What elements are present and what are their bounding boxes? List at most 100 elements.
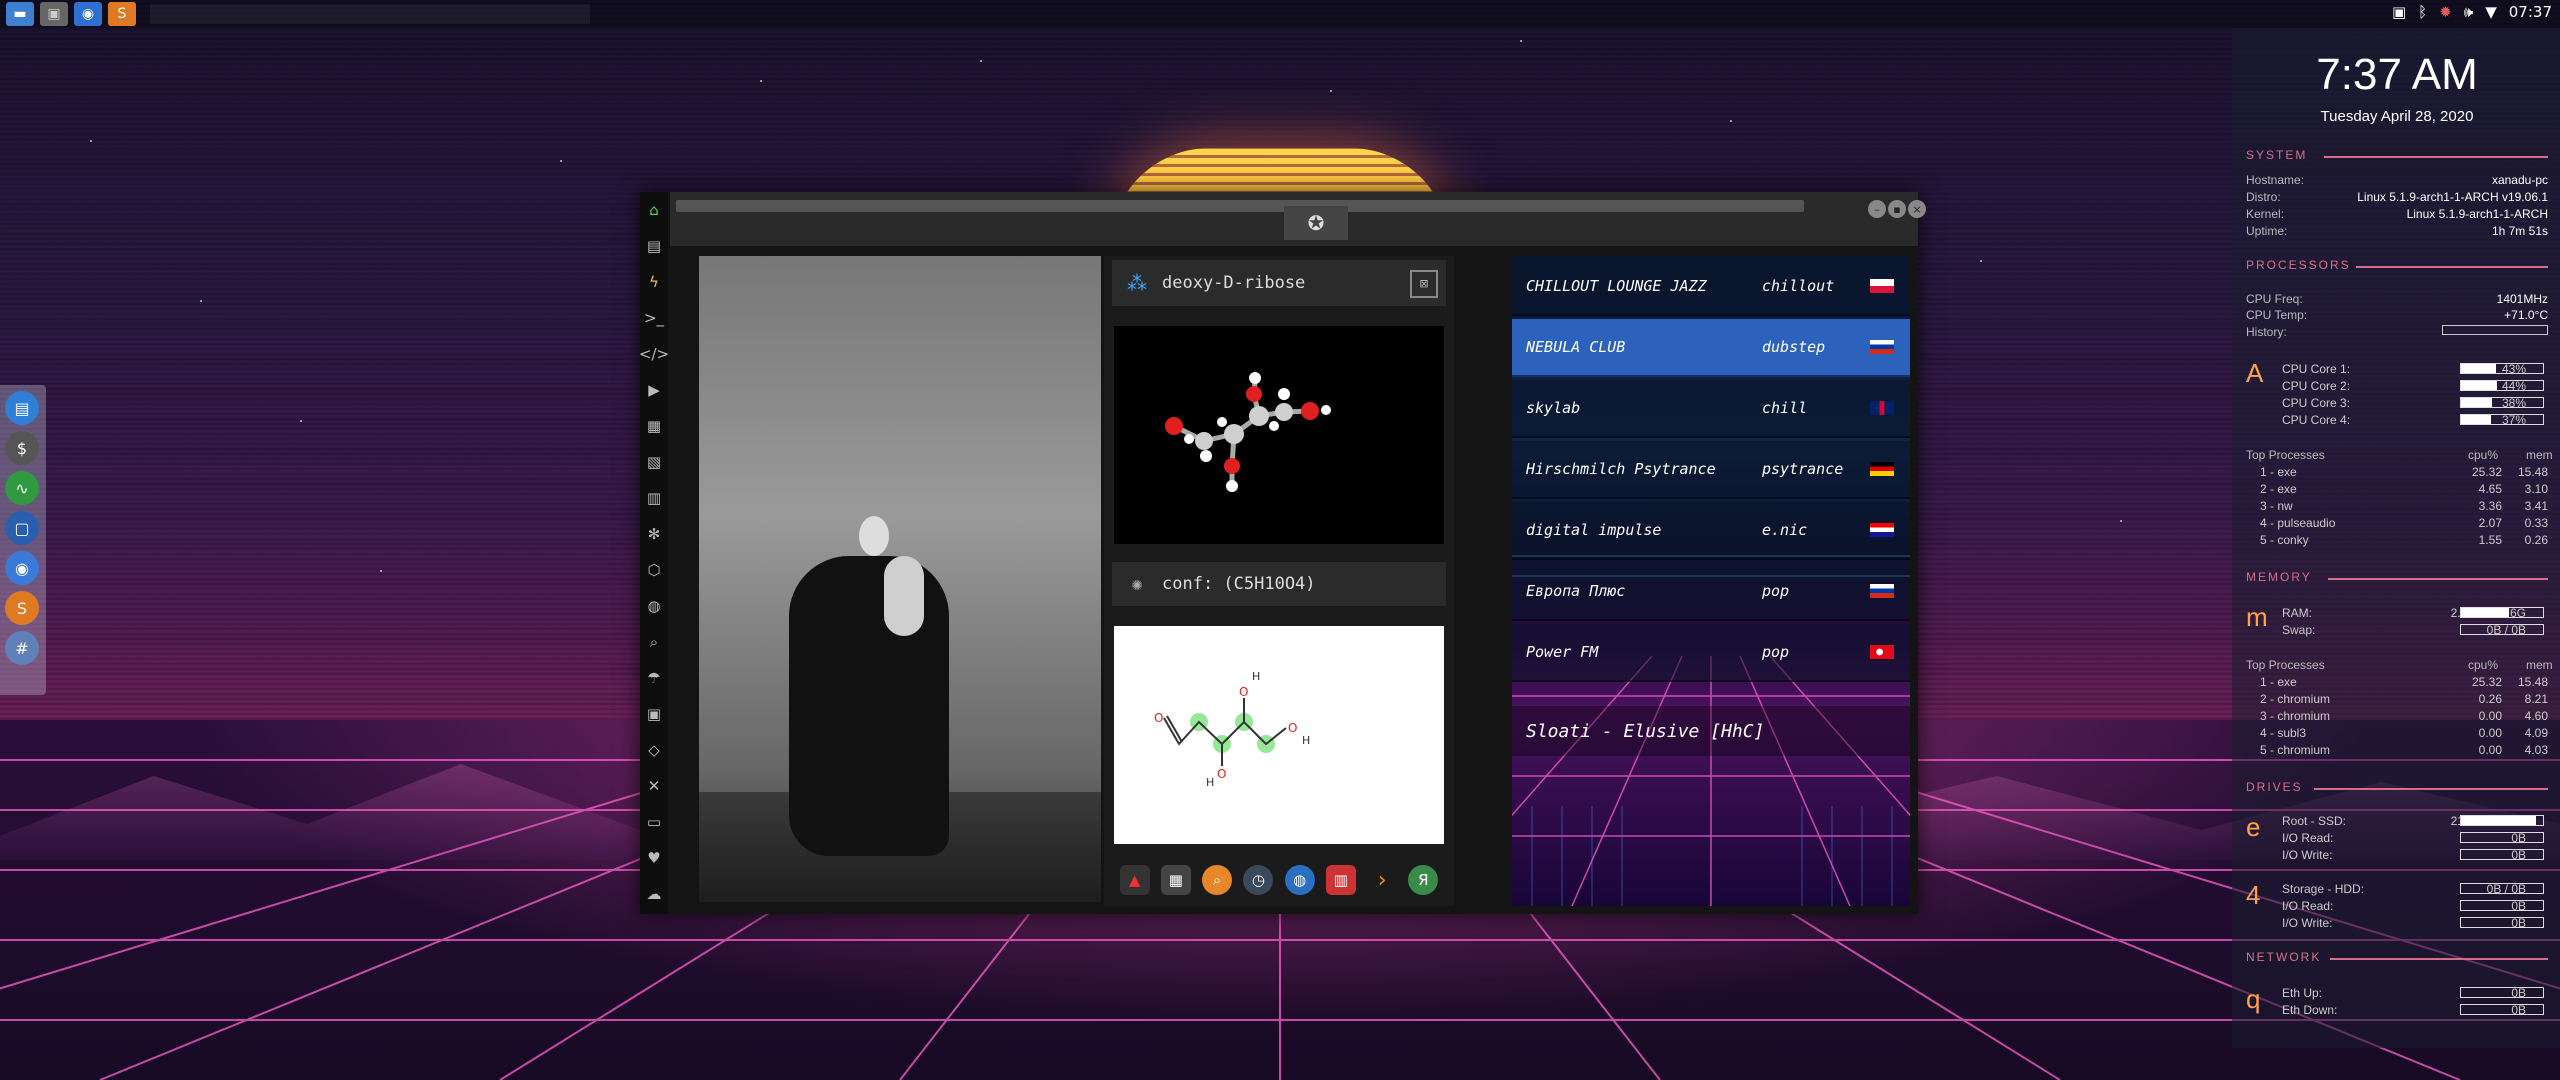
bluetooth-icon[interactable]: ᛒ	[2418, 3, 2427, 21]
station-genre: pop	[1762, 582, 1790, 600]
flag-germany-icon	[1870, 462, 1894, 476]
station-row[interactable]: skylab chill	[1512, 380, 1910, 438]
contact-icon[interactable]: ▣	[640, 696, 668, 732]
station-genre: dubstep	[1762, 338, 1826, 356]
monitor-icon[interactable]: ∿	[5, 471, 39, 505]
search-icon[interactable]: ⌕	[640, 624, 668, 660]
globe-icon[interactable]: ◍	[640, 588, 668, 624]
title-input-bar[interactable]	[676, 200, 1804, 212]
storage-hdd-bar	[2460, 883, 2544, 894]
uptime-row: Uptime: 1h 7m 51s	[2246, 224, 2548, 238]
station-row[interactable]: Hirschmilch Psytrance psytrance	[1512, 441, 1910, 499]
money-icon[interactable]: $	[5, 431, 39, 465]
calendar-alt-icon[interactable]: ▥	[1325, 865, 1356, 895]
atom-hydrogen	[1249, 372, 1261, 384]
code-icon[interactable]: </>	[639, 336, 669, 372]
calendar-icon[interactable]: ▦	[1160, 865, 1191, 895]
drives-title: DRIVES	[2246, 780, 2303, 794]
atom-hydrogen	[1217, 417, 1227, 427]
station-row[interactable]: Европа Плюс pop	[1512, 563, 1910, 621]
tray-clock[interactable]: 07:37	[2509, 3, 2552, 21]
wifi-icon[interactable]: ▼	[2485, 3, 2497, 21]
cpu-top-header: Top Processes cpu% mem	[2246, 448, 2553, 462]
chromium-icon[interactable]: ◉	[74, 2, 102, 26]
atom-oxygen	[1165, 417, 1183, 435]
atom-oxygen	[1301, 402, 1319, 420]
station-row[interactable]: NEBULA CLUB dubstep	[1512, 319, 1910, 377]
grid-icon[interactable]: #	[5, 631, 39, 665]
settings-icon[interactable]: ✹	[2439, 3, 2452, 21]
arrow-icon[interactable]: ›	[1367, 865, 1397, 895]
rebel-emblem-icon: ✪	[1284, 206, 1348, 240]
photo-head	[859, 516, 889, 556]
network-divider	[2330, 958, 2548, 960]
station-row[interactable]: CHILLOUT LOUNGE JAZZ chillout	[1512, 258, 1910, 316]
system-tray: ▣ ᛒ ✹ 🕪 ▼ 07:37	[2392, 3, 2552, 21]
distro-row: Distro: Linux 5.1.9-arch1-1-ARCH v19.06.1	[2246, 190, 2548, 204]
folder-icon[interactable]: ▬	[6, 2, 34, 26]
network-letter: q	[2246, 984, 2261, 1014]
radio-panel: CHILLOUT LOUNGE JAZZ chillout NEBULA CLUB d…	[1512, 256, 1910, 906]
window-titlebar[interactable]: ✪ – ▪ ×	[670, 192, 1926, 246]
volume-icon[interactable]: 🕪	[2464, 3, 2473, 21]
tag-icon[interactable]: ◇	[640, 732, 668, 768]
maximize-button[interactable]: ▪	[1888, 200, 1906, 218]
station-genre: e.nic	[1762, 521, 1808, 539]
gallery-icon[interactable]: ▦	[640, 408, 668, 444]
photo-child	[884, 556, 924, 636]
eth-down-bar	[2460, 1004, 2544, 1015]
atom-oxygen	[1224, 458, 1240, 474]
kernel-row: Kernel: Linux 5.1.9-arch1-1-ARCH	[2246, 207, 2548, 221]
conky-date: Tuesday April 28, 2020	[2320, 108, 2474, 125]
chromium-icon[interactable]: ◉	[5, 551, 39, 585]
files-icon[interactable]: ▤	[5, 391, 39, 425]
sublime-icon[interactable]: S	[108, 2, 136, 26]
taskbar[interactable]	[150, 4, 590, 24]
bar-fill	[2461, 816, 2536, 825]
play-icon[interactable]: ▶	[640, 372, 668, 408]
conky-panel: 7:37 AM Tuesday April 28, 2020 SYSTEM Ho…	[2232, 28, 2560, 1048]
drives-divider	[2314, 788, 2548, 790]
cloud-icon[interactable]: ☁	[640, 876, 668, 912]
bolt-icon[interactable]: ϟ	[640, 264, 668, 300]
molecule-close-button[interactable]: ⊠	[1410, 270, 1438, 298]
screen-icon[interactable]: ▢	[5, 511, 39, 545]
snowflake-icon[interactable]: ✻	[640, 516, 668, 552]
search-icon[interactable]: ⌕	[1202, 865, 1233, 895]
molecule-header: ⁂ deoxy-D-ribose ⊠	[1112, 260, 1446, 306]
molecule-panel: ⁂ deoxy-D-ribose ⊠ ✺ conf: (C5H10O4) O O…	[1104, 256, 1454, 906]
clock-icon[interactable]: ◷	[1243, 865, 1274, 895]
yandex-icon[interactable]: Я	[1408, 865, 1439, 895]
image-icon[interactable]: ▧	[640, 444, 668, 480]
arch-icon[interactable]: ▲	[1119, 865, 1150, 895]
flag-turkey-icon	[1870, 645, 1894, 659]
news-icon[interactable]: ▥	[640, 480, 668, 516]
station-row[interactable]: Power FM pop	[1512, 624, 1910, 682]
screenshot-icon[interactable]: ▣	[2392, 3, 2406, 21]
window-icon[interactable]: ▣	[40, 2, 68, 26]
bar-fill	[2461, 608, 2510, 617]
memory-divider	[2328, 578, 2548, 580]
molecule-2d-structure[interactable]: O O H O H O H	[1114, 626, 1444, 844]
expand-icon[interactable]: ✕	[640, 768, 668, 804]
terminal-icon[interactable]: >_	[640, 300, 668, 336]
flag-poland-icon	[1870, 279, 1894, 293]
globe-icon[interactable]: ◍	[1284, 865, 1315, 895]
close-button[interactable]: ×	[1908, 200, 1926, 218]
minimize-button[interactable]: –	[1868, 200, 1886, 218]
atom-carbon	[1275, 403, 1293, 421]
umbrella-icon[interactable]: ☂	[640, 660, 668, 696]
atom-hydrogen	[1278, 388, 1290, 400]
document-icon[interactable]: ▤	[640, 228, 668, 264]
home-icon[interactable]: ⌂	[640, 192, 668, 228]
drive-letter-2: 4	[2246, 880, 2261, 910]
molecule-3d-view[interactable]	[1114, 326, 1444, 544]
photo-panel	[699, 256, 1101, 902]
hexagon-icon[interactable]: ⬡	[640, 552, 668, 588]
station-row[interactable]: digital impulse e.nic	[1512, 502, 1910, 560]
sublime-icon[interactable]: S	[5, 591, 39, 625]
youtube-icon[interactable]: ▭	[640, 804, 668, 840]
molecule-icon: ⁂	[1127, 271, 1147, 295]
station-genre: chillout	[1762, 277, 1835, 295]
heart-icon[interactable]: ♥	[640, 840, 668, 876]
